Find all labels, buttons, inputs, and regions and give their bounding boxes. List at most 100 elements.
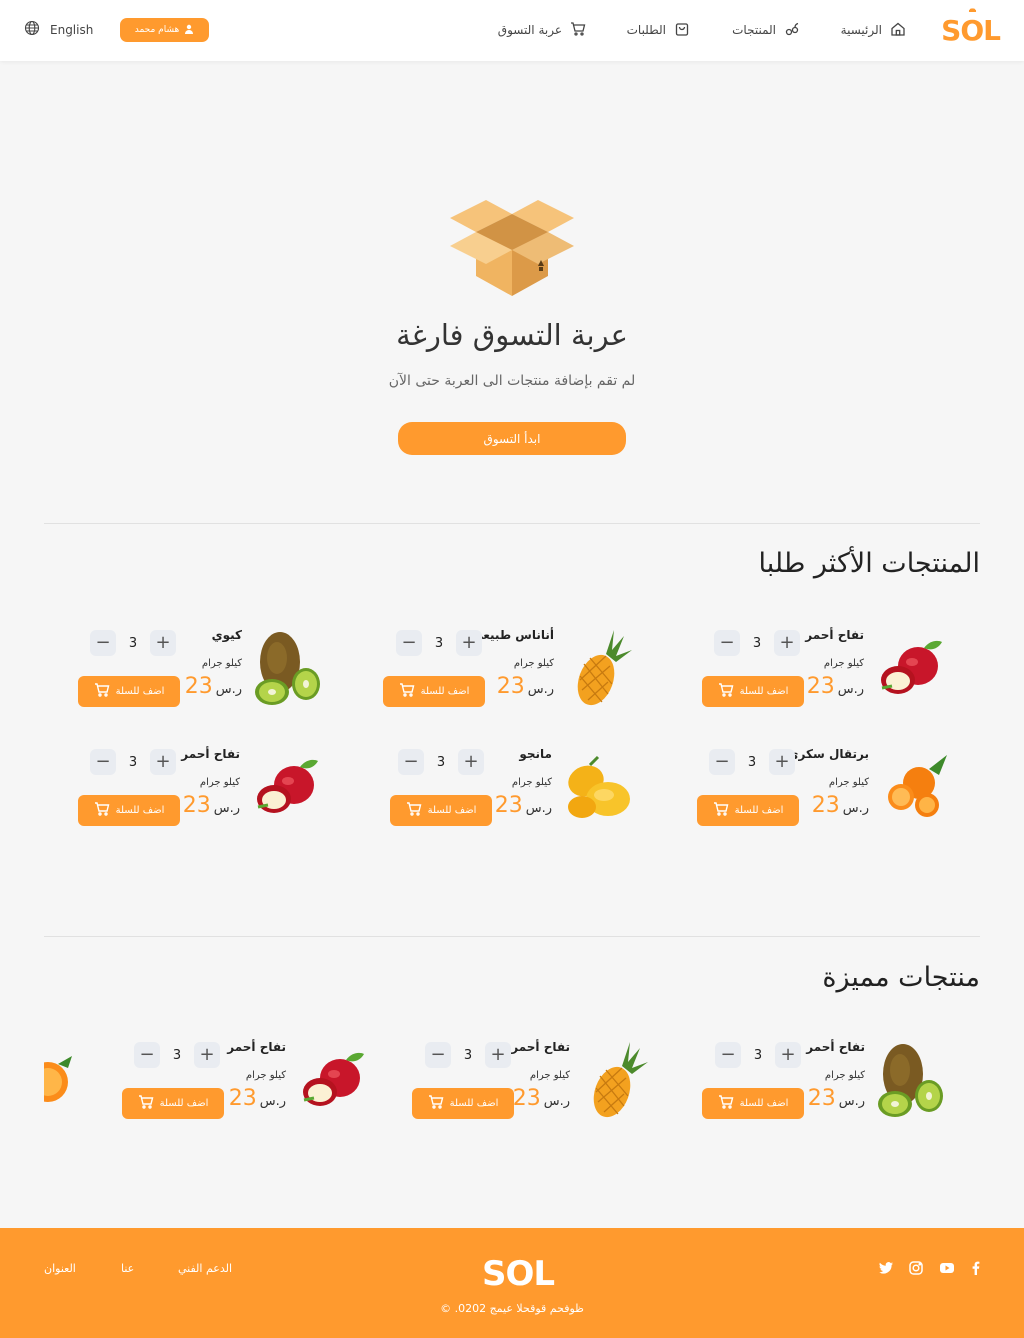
product-image[interactable]: [560, 747, 632, 829]
decrease-qty-button[interactable]: −: [90, 630, 116, 656]
product-card: تفاح أحمر كيلو جرام 23 ر.س −3 + اضف للسلة: [644, 628, 944, 718]
quantity-value: 3: [463, 1047, 473, 1063]
footer-link-address[interactable]: العنوان: [44, 1262, 76, 1275]
decrease-qty-button[interactable]: −: [134, 1042, 160, 1068]
quantity-value: 3: [753, 1047, 763, 1063]
product-image[interactable]: [562, 628, 634, 710]
product-card: أناناس طبيعي كيلو جرام 23 ر.س −3 + اضف للسلة: [334, 628, 634, 718]
product-card: برتقال سكري كيلو جرام 23 ر.س −3 + اضف للسلة: [649, 747, 949, 837]
quantity-value: 3: [434, 635, 444, 651]
cart-icon: [718, 1094, 734, 1113]
product-image[interactable]: [250, 628, 322, 710]
quantity-stepper: −3 +: [425, 1042, 511, 1068]
decrease-qty-button[interactable]: −: [709, 749, 735, 775]
cart-icon: [138, 1094, 154, 1113]
quantity-value: 3: [752, 635, 762, 651]
product-unit: كيلو جرام: [201, 658, 242, 669]
increase-qty-button[interactable]: +: [775, 1042, 801, 1068]
product-name[interactable]: كيوي: [212, 628, 242, 642]
increase-qty-button[interactable]: +: [150, 749, 176, 775]
decrease-qty-button[interactable]: −: [425, 1042, 451, 1068]
quantity-stepper: −3 +: [715, 1042, 801, 1068]
product-name[interactable]: برتقال سكري: [788, 747, 869, 761]
product-card: مانجو كيلو جرام 23 ر.س −3 + اضف للسلة: [332, 747, 632, 837]
add-to-cart-button[interactable]: اضف للسلة: [702, 676, 804, 707]
add-to-cart-button[interactable]: اضف للسلة: [78, 676, 180, 707]
decrease-qty-button[interactable]: −: [396, 630, 422, 656]
user-account-button[interactable]: هشام محمد: [120, 18, 209, 42]
product-image[interactable]: [248, 747, 320, 829]
nav-products[interactable]: المنتجات: [732, 20, 800, 40]
nav-cart[interactable]: عربة التسوق: [498, 20, 586, 40]
price-value: 23: [806, 674, 835, 699]
add-to-cart-button[interactable]: اضف للسلة: [412, 1088, 514, 1119]
add-to-cart-button[interactable]: اضف للسلة: [78, 795, 180, 826]
increase-qty-button[interactable]: +: [456, 630, 482, 656]
empty-cart-title: عربة التسوق فارغة: [396, 318, 628, 352]
add-to-cart-label: اضف للسلة: [115, 805, 165, 816]
site-logo[interactable]: SOL: [941, 7, 1001, 47]
product-image[interactable]: [873, 1040, 945, 1122]
footer-logo[interactable]: SOL: [482, 1247, 555, 1294]
product-image[interactable]: [294, 1040, 366, 1122]
partial-product-image: [44, 1056, 72, 1102]
product-name[interactable]: تفاح أحمر: [805, 628, 864, 642]
language-switch[interactable]: English: [24, 20, 93, 39]
increase-qty-button[interactable]: +: [150, 630, 176, 656]
product-name[interactable]: أناناس طبيعي: [471, 628, 554, 642]
twitter-icon[interactable]: [878, 1260, 894, 1276]
cart-icon: [718, 682, 734, 701]
youtube-icon[interactable]: [939, 1260, 955, 1276]
product-image[interactable]: [877, 747, 949, 829]
product-name[interactable]: تفاح أحمر: [511, 1040, 570, 1054]
price-value: 23: [494, 793, 523, 818]
increase-qty-button[interactable]: +: [774, 630, 800, 656]
product-name[interactable]: تفاح أحمر: [806, 1040, 865, 1054]
nav-home[interactable]: الرئيسية: [841, 20, 906, 40]
product-name[interactable]: تفاح أحمر: [181, 747, 240, 761]
add-to-cart-button[interactable]: اضف للسلة: [383, 676, 485, 707]
product-image[interactable]: [578, 1040, 650, 1122]
product-name[interactable]: مانجو: [519, 747, 552, 761]
nav-orders[interactable]: الطلبات: [627, 20, 690, 40]
facebook-icon[interactable]: [968, 1260, 984, 1276]
add-to-cart-button[interactable]: اضف للسلة: [697, 795, 799, 826]
product-price: 23 ر.س: [812, 793, 869, 818]
price-value: 23: [228, 1086, 257, 1111]
add-to-cart-button[interactable]: اضف للسلة: [390, 795, 492, 826]
add-to-cart-button[interactable]: اضف للسلة: [122, 1088, 224, 1119]
product-price: 23 ر.س: [807, 674, 864, 699]
increase-qty-button[interactable]: +: [485, 1042, 511, 1068]
product-price: 23 ر.س: [497, 674, 554, 699]
product-card: تفاح أحمر كيلو جرام 23 ر.س −3 + اضف للسلة: [350, 1040, 650, 1130]
featured-section-title: منتجات مميزة: [822, 962, 980, 993]
decrease-qty-button[interactable]: −: [714, 630, 740, 656]
increase-qty-button[interactable]: +: [194, 1042, 220, 1068]
decrease-qty-button[interactable]: −: [715, 1042, 741, 1068]
increase-qty-button[interactable]: +: [458, 749, 484, 775]
add-to-cart-label: اضف للسلة: [734, 805, 784, 816]
footer-link-about[interactable]: عنا: [121, 1262, 134, 1275]
top-navbar: SOL الرئيسية المنتجات الطلبات عربة التسو…: [0, 0, 1024, 61]
product-unit: كيلو جرام: [513, 658, 554, 669]
cart-icon: [713, 801, 729, 820]
footer-link-support[interactable]: الدعم الفني: [178, 1262, 232, 1275]
price-value: 23: [811, 793, 840, 818]
product-image[interactable]: [872, 628, 944, 710]
price-currency: ر.س: [213, 801, 240, 816]
start-shopping-button[interactable]: ابدأ التسوق: [398, 422, 626, 455]
price-currency: ر.س: [259, 1094, 286, 1109]
quantity-value: 3: [747, 754, 757, 770]
instagram-icon[interactable]: [908, 1260, 924, 1276]
site-footer: SOL الدعم الفني عنا العنوان © .ظوفحم قوق…: [0, 1228, 1024, 1338]
price-currency: ر.س: [837, 682, 864, 697]
product-price: 23 ر.س: [808, 1086, 865, 1111]
increase-qty-button[interactable]: +: [769, 749, 795, 775]
cart-icon: [399, 682, 415, 701]
product-unit: كيلو جرام: [824, 1070, 865, 1081]
product-unit: كيلو جرام: [529, 1070, 570, 1081]
decrease-qty-button[interactable]: −: [398, 749, 424, 775]
decrease-qty-button[interactable]: −: [90, 749, 116, 775]
product-name[interactable]: تفاح أحمر: [227, 1040, 286, 1054]
add-to-cart-button[interactable]: اضف للسلة: [702, 1088, 804, 1119]
